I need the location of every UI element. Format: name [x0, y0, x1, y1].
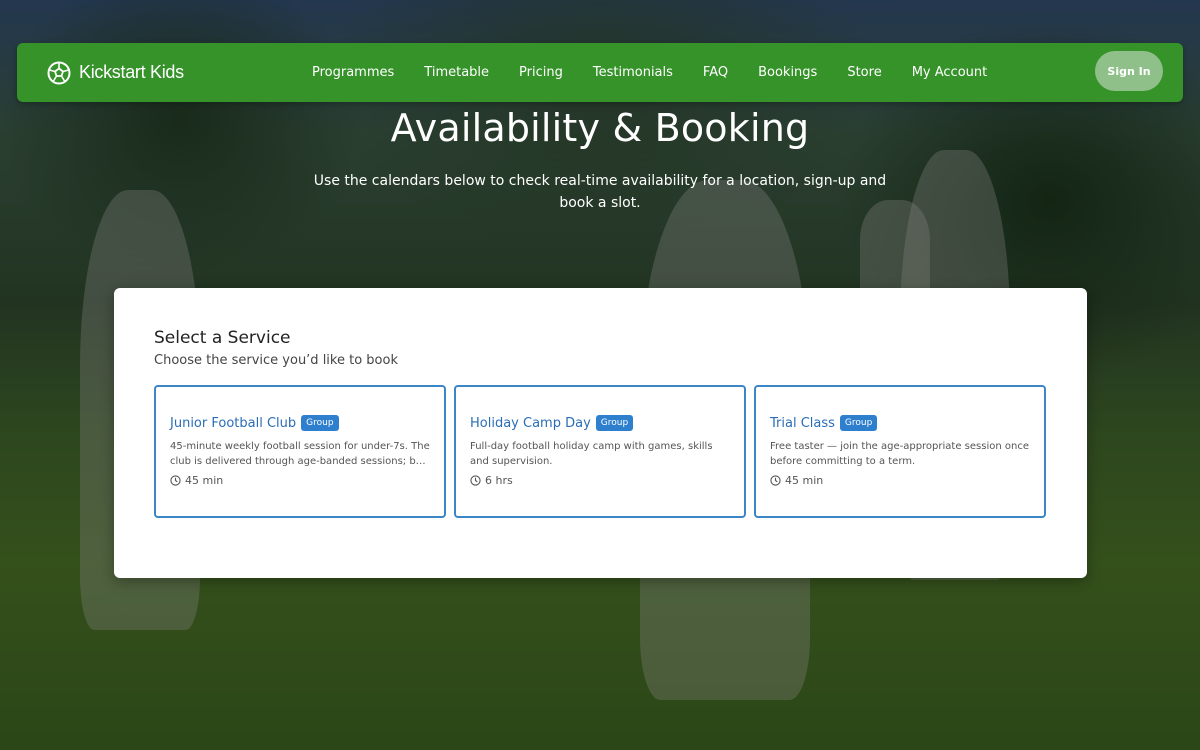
service-card-trial-class[interactable]: Trial Class Group Free taster — join the…	[754, 385, 1046, 518]
service-type-badge: Group	[839, 415, 878, 431]
top-navbar: Kickstart Kids Programmes Timetable Pric…	[17, 43, 1183, 102]
service-card-description: Full-day football holiday camp with game…	[470, 441, 713, 467]
panel-subtitle: Choose the service you’d like to book	[154, 353, 398, 368]
brand-name: Kickstart Kids	[79, 62, 184, 82]
nav-link-pricing[interactable]: Pricing	[519, 65, 563, 80]
nav-link-timetable[interactable]: Timetable	[424, 65, 489, 80]
service-card-junior-football-club[interactable]: Junior Football Club Group 45-minute wee…	[154, 385, 446, 518]
nav-link-faq[interactable]: FAQ	[703, 65, 728, 80]
clock-icon	[170, 475, 181, 486]
service-card-holiday-camp-day[interactable]: Holiday Camp Day Group Full-day football…	[454, 385, 746, 518]
service-card-title: Holiday Camp Day	[470, 415, 591, 431]
duration-value: 45 min	[785, 474, 824, 487]
clock-icon	[770, 475, 781, 486]
clock-icon	[470, 475, 481, 486]
sign-in-button[interactable]: Sign In	[1095, 51, 1163, 91]
service-card-header: Trial Class Group	[770, 415, 1030, 431]
nav-link-bookings[interactable]: Bookings	[758, 65, 817, 80]
duration-value: 45 min	[185, 474, 224, 487]
service-card-duration: 6 hrs	[470, 474, 730, 487]
nav-link-programmes[interactable]: Programmes	[312, 65, 394, 80]
main-nav: Programmes Timetable Pricing Testimonial…	[312, 43, 1017, 102]
service-card-duration: 45 min	[770, 474, 1030, 487]
brand-logo[interactable]: Kickstart Kids	[47, 43, 184, 102]
service-card-title: Trial Class	[770, 415, 835, 431]
service-type-badge: Group	[595, 415, 634, 431]
service-selection-panel: Select a Service Choose the service you’…	[114, 288, 1087, 578]
nav-link-my-account[interactable]: My Account	[912, 65, 988, 80]
background-figure	[860, 200, 930, 300]
service-card-header: Holiday Camp Day Group	[470, 415, 730, 431]
service-card-duration: 45 min	[170, 474, 430, 487]
service-type-badge: Group	[301, 415, 339, 431]
football-icon	[47, 61, 71, 85]
page-title: Availability & Booking	[390, 106, 810, 150]
duration-value: 6 hrs	[485, 474, 513, 487]
page-subtitle: Use the calendars below to check real-ti…	[313, 173, 887, 211]
service-card-title: Junior Football Club	[170, 415, 297, 431]
service-card-description: 45-minute weekly football session for un…	[170, 441, 430, 467]
nav-link-testimonials[interactable]: Testimonials	[593, 65, 673, 80]
service-card-description: Free taster — join the age-appropriate s…	[770, 441, 1029, 467]
panel-title: Select a Service	[154, 328, 291, 348]
service-card-list: Junior Football Club Group 45-minute wee…	[154, 385, 1046, 518]
service-card-header: Junior Football Club Group	[170, 415, 430, 431]
nav-link-store[interactable]: Store	[847, 65, 881, 80]
